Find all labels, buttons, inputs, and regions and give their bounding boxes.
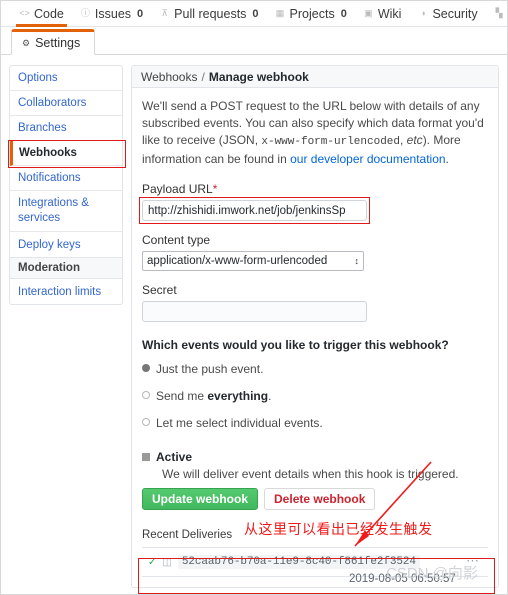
sidebar-item-webhooks[interactable]: Webhooks (10, 141, 122, 166)
radio-just-push[interactable]: Just the push event. (142, 362, 488, 376)
description-code: x-www-form-urlencoded (261, 136, 400, 148)
radio-send-everything[interactable]: Send me everything. (142, 389, 488, 403)
nav-item-wiki[interactable]: ▣ Wiki (355, 1, 410, 26)
sidebar-label-branches: Branches (18, 122, 67, 134)
sidebar-label-deploy-keys: Deploy keys (18, 238, 81, 251)
radio-label-just-push: Just the push event. (156, 362, 264, 376)
sidebar-section-label: Moderation (18, 262, 80, 274)
sidebar-item-branches[interactable]: Branches (10, 116, 122, 141)
content-type-label: Content type (142, 233, 211, 247)
developer-documentation-link[interactable]: our developer documentation (290, 152, 445, 166)
annotation-text: 从这里可以看出已经发生触发 (244, 522, 433, 538)
issue-opened-icon: ⓘ (80, 8, 90, 18)
page-root: <> Code ⓘ Issues 0 ⊼ Pull requests 0 ▦ P… (0, 0, 508, 595)
nav-label-security: Security (432, 6, 478, 21)
events-question: Which events would you like to trigger t… (142, 338, 449, 352)
breadcrumb-separator: / (201, 69, 205, 84)
nav-label-issues: Issues (94, 6, 132, 21)
sidebar-item-notifications[interactable]: Notifications (10, 166, 122, 191)
nav-item-insights[interactable]: ▚ Insights (486, 1, 507, 26)
webhook-form: We'll send a POST request to the URL bel… (132, 88, 498, 587)
sidebar-item-deploy-keys[interactable]: Deploy keys (10, 232, 122, 257)
sidebar-item-interaction-limits[interactable]: Interaction limits (10, 279, 122, 304)
webhook-description: We'll send a POST request to the URL bel… (142, 98, 488, 168)
breadcrumb: Webhooks / Manage webhook (132, 66, 498, 88)
sidebar-item-collaborators[interactable]: Collaborators (10, 91, 122, 116)
payload-url-label: Payload URL* (142, 182, 488, 196)
tab-settings-label: Settings (35, 36, 81, 50)
radio-label-send-everything: Send me everything. (156, 389, 271, 403)
nav-item-security[interactable]: ◑ Security (409, 1, 485, 26)
description-part-2: , (400, 133, 407, 147)
nav-item-projects[interactable]: ▦ Projects 0 (267, 1, 355, 26)
radio-label-individual-events: Let me select individual events. (156, 416, 323, 430)
description-em: etc (406, 133, 423, 147)
package-icon: ◫ (162, 556, 172, 568)
content-type-wrapper: application/x-www-form-urlencoded ↕ (142, 251, 364, 271)
sidebar-section-moderation: Moderation (10, 257, 122, 279)
secret-label: Secret (142, 283, 177, 297)
radio-dot-icon (142, 418, 150, 426)
radio-individual-events[interactable]: Let me select individual events. (142, 416, 488, 430)
sidebar-item-options[interactable]: Options (10, 66, 122, 91)
nav-label-wiki: Wiki (377, 6, 402, 21)
content-type-select[interactable]: application/x-www-form-urlencoded (142, 251, 364, 271)
radio-dot-icon (142, 391, 150, 399)
nav-label-projects: Projects (289, 6, 335, 21)
payload-url-input[interactable] (142, 200, 367, 221)
nav-item-issues[interactable]: ⓘ Issues 0 (72, 1, 151, 26)
project-icon: ▦ (275, 8, 285, 18)
update-webhook-button[interactable]: Update webhook (142, 488, 259, 510)
required-marker: * (212, 182, 218, 196)
radio-label-bold: everything (207, 389, 269, 403)
sidebar-label-webhooks: Webhooks (19, 147, 77, 159)
annotation-arrow (354, 461, 432, 547)
code-icon: <> (19, 8, 30, 18)
nav-item-pull-requests[interactable]: ⊼ Pull requests 0 (151, 1, 266, 26)
sidebar-label-integrations-services: Integrations & services (18, 197, 89, 224)
check-icon: ✓ (148, 556, 157, 568)
settings-sidebar: Options Collaborators Branches Webhooks … (8, 65, 126, 305)
gear-icon: ⚙ (22, 37, 31, 48)
nav-label-pull-requests: Pull requests (174, 6, 247, 21)
payload-url-wrapper (139, 197, 370, 224)
book-icon: ▣ (364, 8, 373, 18)
webhook-panel: Webhooks / Manage webhook We'll send a P… (131, 65, 499, 588)
radio-dot-icon (142, 364, 150, 372)
secret-input[interactable] (142, 301, 367, 322)
nav-count-pull-requests: 0 (252, 7, 259, 20)
watermark: CSDN @向影 (386, 565, 478, 582)
breadcrumb-current: Manage webhook (208, 69, 309, 84)
sidebar-label-notifications: Notifications (18, 172, 81, 184)
repo-nav: <> Code ⓘ Issues 0 ⊼ Pull requests 0 ▦ P… (1, 1, 507, 27)
git-pull-request-icon: ⊼ (161, 8, 168, 18)
checkbox-icon (142, 453, 150, 461)
description-part-4: . (445, 152, 449, 166)
radio-label-prefix: Send me (156, 389, 208, 403)
shield-icon: ◑ (420, 8, 426, 18)
active-label: Active (156, 450, 193, 464)
nav-label-code: Code (34, 6, 64, 21)
nav-item-code[interactable]: <> Code (11, 1, 72, 27)
sidebar-label-options: Options (18, 72, 58, 84)
graph-icon: ▚ (495, 8, 503, 18)
sidebar-item-integrations-services[interactable]: Integrations & services (10, 191, 122, 232)
sidebar-label-collaborators: Collaborators (18, 97, 87, 109)
payload-url-label-text: Payload URL (142, 182, 213, 196)
nav-count-issues: 0 (137, 7, 144, 20)
tab-settings[interactable]: ⚙ Settings (11, 29, 96, 55)
sidebar-label-interaction-limits: Interaction limits (18, 285, 102, 298)
radio-label-suffix: . (268, 389, 272, 403)
breadcrumb-parent[interactable]: Webhooks (141, 70, 197, 84)
settings-tab-row: ⚙ Settings (1, 27, 507, 55)
nav-count-projects: 0 (340, 7, 347, 20)
